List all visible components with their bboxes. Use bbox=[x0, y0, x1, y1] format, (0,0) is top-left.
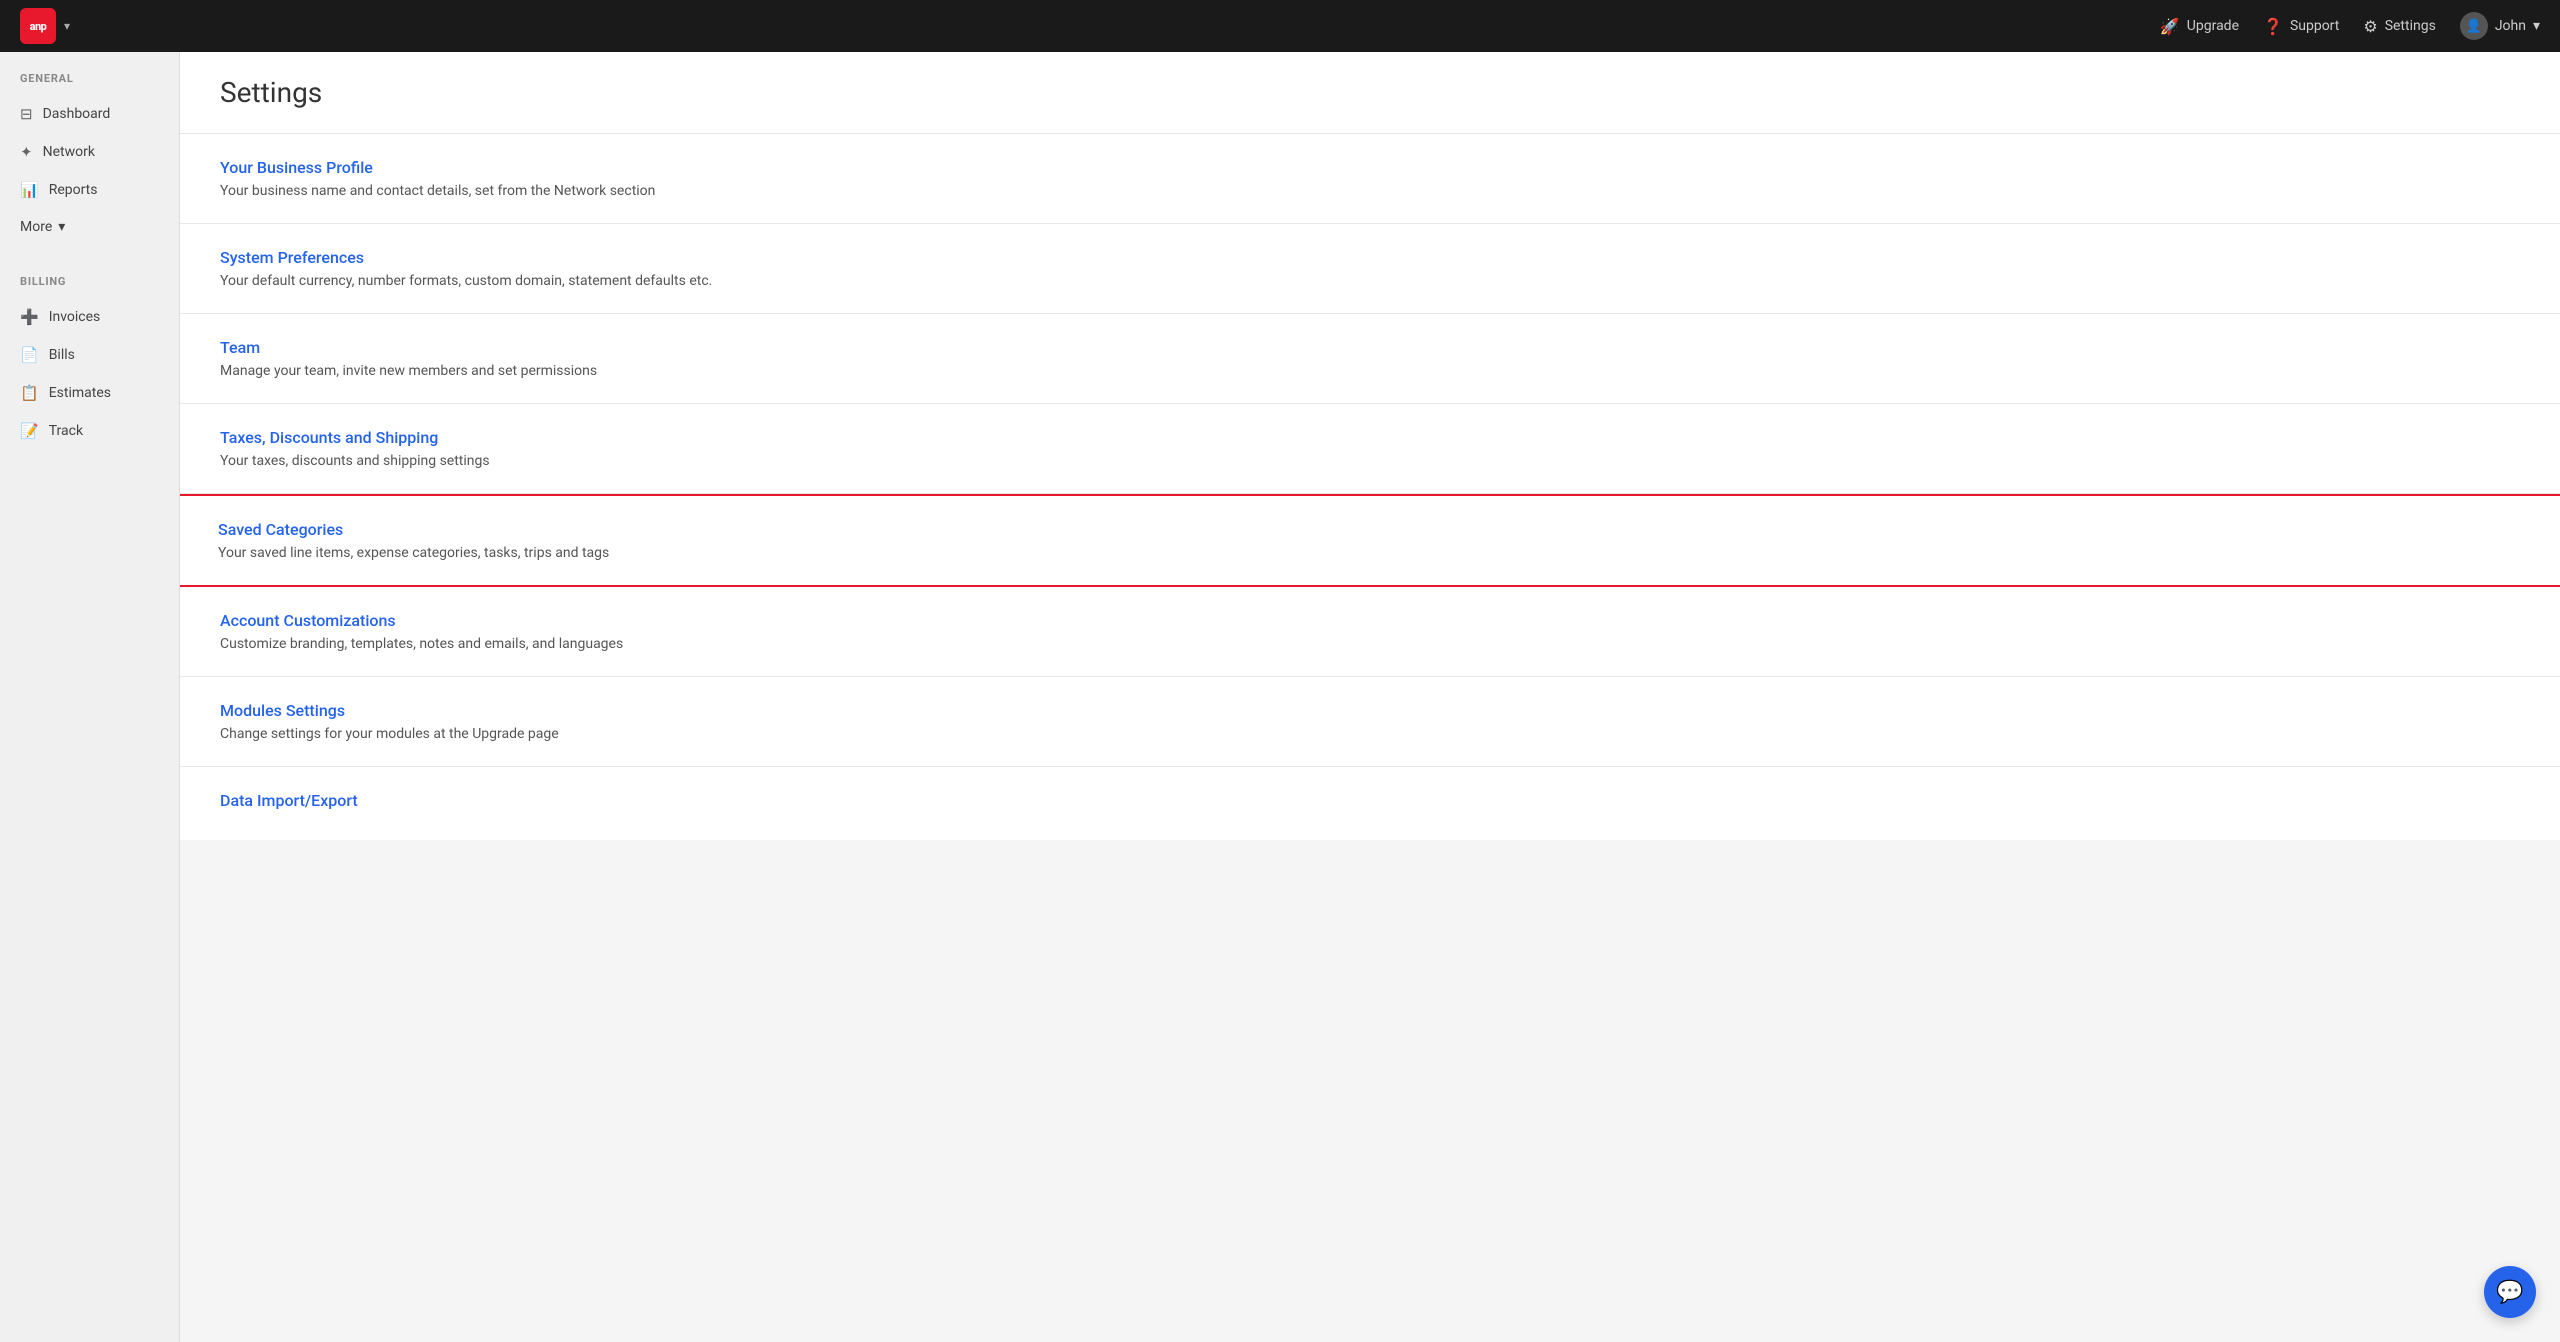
user-chevron-icon: ▾ bbox=[2533, 18, 2540, 34]
sidebar-item-label: Reports bbox=[49, 182, 98, 198]
settings-item-business-profile[interactable]: Your Business Profile Your business name … bbox=[180, 134, 2560, 224]
settings-item-saved-categories[interactable]: Saved Categories Your saved line items, e… bbox=[180, 494, 2560, 587]
sidebar-item-track[interactable]: 📝 Track bbox=[0, 412, 179, 450]
settings-item-desc: Manage your team, invite new members and… bbox=[220, 363, 2520, 379]
chat-icon: 💬 bbox=[2496, 1280, 2523, 1305]
settings-item-desc: Change settings for your modules at the … bbox=[220, 726, 2520, 742]
support-label: Support bbox=[2290, 18, 2339, 34]
settings-item-system-preferences[interactable]: System Preferences Your default currency,… bbox=[180, 224, 2560, 314]
billing-section-label: BILLING bbox=[0, 275, 179, 298]
sidebar-item-bills[interactable]: 📄 Bills bbox=[0, 336, 179, 374]
logo-chevron-icon[interactable]: ▾ bbox=[64, 19, 70, 33]
invoices-icon: ➕ bbox=[20, 308, 39, 326]
support-icon: ❓ bbox=[2263, 17, 2283, 36]
chat-bubble-button[interactable]: 💬 bbox=[2484, 1266, 2536, 1318]
main-content: Settings Your Business Profile Your busin… bbox=[180, 52, 2560, 1342]
more-label: More bbox=[20, 219, 52, 235]
top-nav-left: anp ▾ bbox=[20, 8, 70, 44]
sidebar-item-label: Dashboard bbox=[43, 106, 111, 122]
sidebar: GENERAL ⊟ Dashboard ✦ Network 📊 Reports … bbox=[0, 52, 180, 1342]
sidebar-item-label: Estimates bbox=[49, 385, 111, 401]
settings-item-title: Data Import/Export bbox=[220, 791, 2520, 810]
settings-item-account-customizations[interactable]: Account Customizations Customize branding… bbox=[180, 587, 2560, 677]
sidebar-item-dashboard[interactable]: ⊟ Dashboard bbox=[0, 95, 179, 133]
settings-item-title: Saved Categories bbox=[218, 520, 2522, 539]
top-nav-right: 🚀 Upgrade ❓ Support ⚙ Settings 👤 John ▾ bbox=[2160, 12, 2540, 40]
reports-icon: 📊 bbox=[20, 181, 39, 199]
settings-item-title: Your Business Profile bbox=[220, 158, 2520, 177]
settings-item-team[interactable]: Team Manage your team, invite new members… bbox=[180, 314, 2560, 404]
support-button[interactable]: ❓ Support bbox=[2263, 17, 2339, 36]
sidebar-item-network[interactable]: ✦ Network bbox=[0, 133, 179, 171]
settings-item-modules-settings[interactable]: Modules Settings Change settings for your… bbox=[180, 677, 2560, 767]
main-layout: GENERAL ⊟ Dashboard ✦ Network 📊 Reports … bbox=[0, 52, 2560, 1342]
settings-item-title: Team bbox=[220, 338, 2520, 357]
network-icon: ✦ bbox=[20, 143, 33, 161]
settings-item-desc: Your taxes, discounts and shipping setti… bbox=[220, 453, 2520, 469]
settings-button[interactable]: ⚙ Settings bbox=[2363, 17, 2435, 36]
upgrade-icon: 🚀 bbox=[2160, 17, 2180, 36]
settings-item-title: Modules Settings bbox=[220, 701, 2520, 720]
settings-item-desc: Your business name and contact details, … bbox=[220, 183, 2520, 199]
avatar: 👤 bbox=[2460, 12, 2488, 40]
settings-icon: ⚙ bbox=[2363, 17, 2377, 36]
top-nav: anp ▾ 🚀 Upgrade ❓ Support ⚙ Settings 👤 J… bbox=[0, 0, 2560, 52]
settings-item-desc: Customize branding, templates, notes and… bbox=[220, 636, 2520, 652]
settings-item-title: System Preferences bbox=[220, 248, 2520, 267]
sidebar-more-button[interactable]: More ▾ bbox=[0, 209, 179, 245]
upgrade-label: Upgrade bbox=[2187, 18, 2239, 34]
settings-item-title: Taxes, Discounts and Shipping bbox=[220, 428, 2520, 447]
settings-item-title: Account Customizations bbox=[220, 611, 2520, 630]
settings-item-desc: Your default currency, number formats, c… bbox=[220, 273, 2520, 289]
settings-header: Settings bbox=[180, 52, 2560, 134]
estimates-icon: 📋 bbox=[20, 384, 39, 402]
app-logo[interactable]: anp bbox=[20, 8, 56, 44]
sidebar-divider bbox=[0, 245, 179, 265]
page-title: Settings bbox=[220, 76, 2520, 109]
settings-label: Settings bbox=[2385, 18, 2436, 34]
general-section-label: GENERAL bbox=[0, 72, 179, 95]
settings-list: Your Business Profile Your business name … bbox=[180, 134, 2560, 840]
sidebar-item-label: Invoices bbox=[49, 309, 101, 325]
sidebar-item-label: Bills bbox=[49, 347, 75, 363]
bills-icon: 📄 bbox=[20, 346, 39, 364]
sidebar-item-label: Network bbox=[43, 144, 95, 160]
settings-item-data-import-export[interactable]: Data Import/Export bbox=[180, 767, 2560, 840]
upgrade-button[interactable]: 🚀 Upgrade bbox=[2160, 17, 2239, 36]
sidebar-item-estimates[interactable]: 📋 Estimates bbox=[0, 374, 179, 412]
settings-item-taxes-discounts-shipping[interactable]: Taxes, Discounts and Shipping Your taxes,… bbox=[180, 404, 2560, 494]
dashboard-icon: ⊟ bbox=[20, 105, 33, 123]
sidebar-item-reports[interactable]: 📊 Reports bbox=[0, 171, 179, 209]
more-chevron-icon: ▾ bbox=[58, 219, 65, 235]
user-name: John bbox=[2495, 18, 2526, 34]
sidebar-item-label: Track bbox=[49, 423, 83, 439]
settings-item-desc: Your saved line items, expense categorie… bbox=[218, 545, 2522, 561]
sidebar-item-invoices[interactable]: ➕ Invoices bbox=[0, 298, 179, 336]
user-menu[interactable]: 👤 John ▾ bbox=[2460, 12, 2540, 40]
track-icon: 📝 bbox=[20, 422, 39, 440]
